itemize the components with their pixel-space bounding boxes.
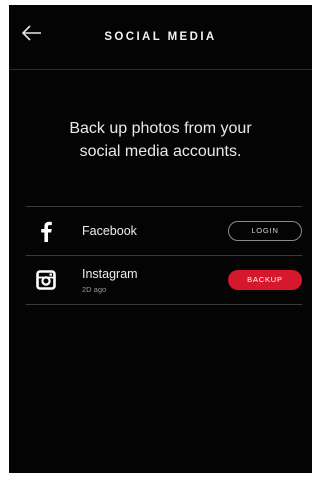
- instagram-icon: [34, 268, 58, 292]
- last-backup-time: 2D ago: [82, 285, 107, 294]
- account-name: Facebook: [82, 224, 137, 238]
- list-item-facebook: Facebook LOGIN: [26, 207, 302, 256]
- facebook-icon: [34, 219, 58, 243]
- page-title: SOCIAL MEDIA: [104, 31, 217, 43]
- header-bar: SOCIAL MEDIA: [9, 5, 312, 70]
- account-name: Instagram: [82, 267, 138, 281]
- list-item-instagram: Instagram 2D ago BACKUP: [26, 256, 302, 305]
- backup-button[interactable]: BACKUP: [228, 270, 302, 290]
- intro-text: Back up photos from your social media ac…: [29, 117, 292, 163]
- intro-line-2: social media accounts.: [79, 143, 242, 160]
- intro-line-1: Back up photos from your: [69, 120, 252, 137]
- accounts-list: Facebook LOGIN Instagram 2D ago BACKUP: [26, 206, 302, 305]
- login-button[interactable]: LOGIN: [228, 221, 302, 241]
- social-media-screen: SOCIAL MEDIA Back up photos from your so…: [9, 5, 312, 473]
